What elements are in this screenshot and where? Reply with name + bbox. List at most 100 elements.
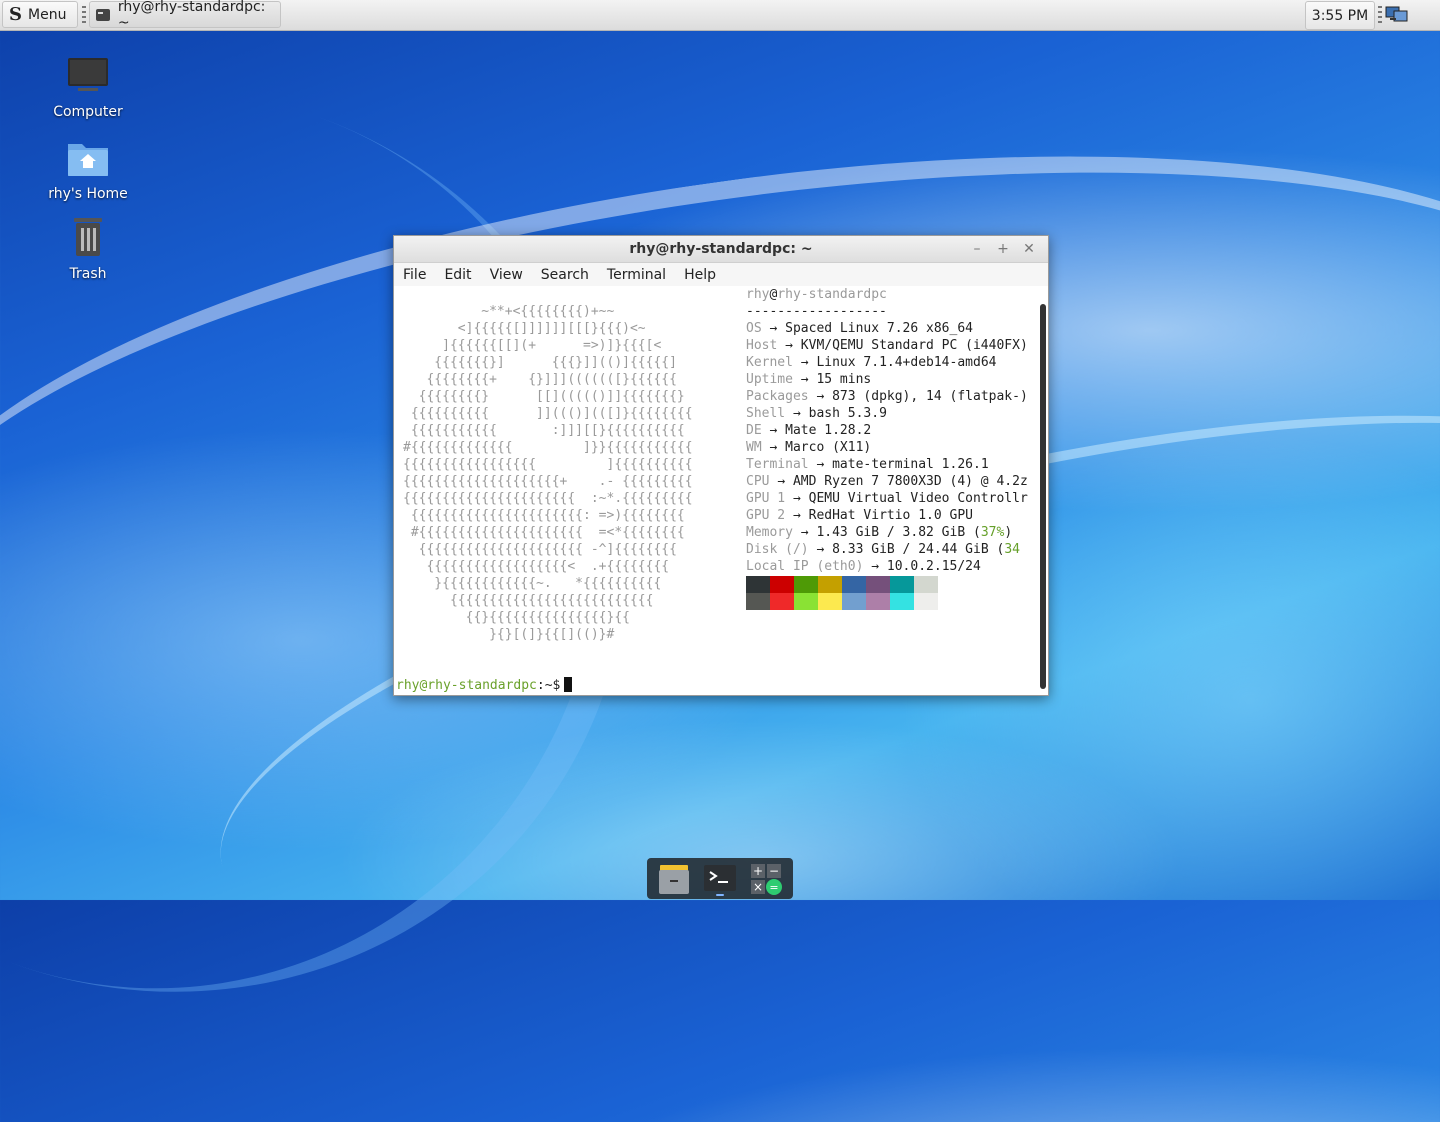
info-key: Packages: [746, 389, 809, 404]
distro-logo-icon: S: [9, 4, 22, 25]
desktop-icon-label: Trash: [69, 266, 107, 282]
color-swatch: [794, 593, 818, 610]
color-swatch: [842, 576, 866, 593]
info-value: bash 5.3.9: [808, 406, 887, 421]
desktop-icon-home[interactable]: rhy's Home: [38, 138, 138, 202]
info-row: Host → KVM/QEMU Standard PC (i440FX): [746, 337, 1040, 354]
color-swatch: [914, 576, 938, 593]
info-arrow: →: [769, 423, 778, 438]
info-key: DE: [746, 423, 762, 438]
terminal-window[interactable]: rhy@rhy-standardpc: ~ – + ✕ File Edit Vi…: [393, 235, 1049, 696]
desktop-icon-label: rhy's Home: [48, 186, 128, 202]
terminal-menubar: File Edit View Search Terminal Help: [394, 263, 1048, 286]
info-key: OS: [746, 321, 762, 336]
info-row: OS → Spaced Linux 7.26 x86_64: [746, 320, 1040, 337]
menu-terminal[interactable]: Terminal: [598, 267, 675, 283]
ascii-logo: ~**+<{{{{{{{{)+~~ <]{{{{{[]]]]]][[[}{{{)…: [403, 304, 693, 642]
info-value: Linux 7.1.4+deb14-amd64: [816, 355, 997, 370]
color-swatch: [866, 576, 890, 593]
info-arrow: →: [816, 457, 825, 472]
info-separator: ------------------: [746, 304, 887, 319]
info-header: rhy@rhy-standardpc: [746, 287, 887, 302]
window-titlebar[interactable]: rhy@rhy-standardpc: ~ – + ✕: [394, 236, 1048, 263]
info-value: 873 (dpkg), 14 (flatpak-): [832, 389, 1028, 404]
taskbar-window-title: rhy@rhy-standardpc: ~: [117, 0, 266, 31]
calculator-icon[interactable]: + − × =: [748, 861, 784, 897]
panel-drag-handle[interactable]: [82, 6, 86, 24]
shell-prompt[interactable]: rhy@rhy-standardpc:~$: [396, 677, 573, 694]
maximize-icon[interactable]: +: [992, 236, 1014, 262]
terminal-icon: [96, 8, 110, 21]
info-row: Uptime → 15 mins: [746, 371, 1040, 388]
text-cursor: [564, 677, 573, 692]
info-arrow: →: [800, 355, 809, 370]
main-menu-label: Menu: [28, 6, 67, 23]
menu-view[interactable]: View: [481, 267, 532, 283]
clock[interactable]: 3:55 PM: [1305, 1, 1375, 30]
info-arrow: →: [785, 338, 793, 353]
color-swatch: [914, 593, 938, 610]
minimize-icon[interactable]: –: [966, 236, 988, 262]
info-arrow: →: [769, 440, 778, 455]
info-row: CPU → AMD Ryzen 7 7800X3D (4) @ 4.2z: [746, 473, 1040, 490]
network-icon[interactable]: [1385, 5, 1409, 24]
terminal-icon[interactable]: [702, 861, 738, 897]
desktop-icon-trash[interactable]: Trash: [38, 214, 138, 282]
info-arrow: →: [777, 474, 786, 489]
info-arrow: →: [792, 406, 801, 421]
info-row: Packages → 873 (dpkg), 14 (flatpak-): [746, 388, 1040, 405]
info-row-disk: Disk (/) → 8.33 GiB / 24.44 GiB (34: [746, 542, 1020, 557]
color-swatch: [818, 593, 842, 610]
desktop-icon-computer[interactable]: Computer: [38, 56, 138, 120]
info-arrow: →: [769, 321, 778, 336]
top-panel: S Menu rhy@rhy-standardpc: ~ 3:55 PM: [0, 0, 1440, 31]
info-value: KVM/QEMU Standard PC (i440FX): [800, 338, 1028, 353]
taskbar-window-button[interactable]: rhy@rhy-standardpc: ~: [89, 0, 281, 31]
svg-text:=: =: [769, 881, 778, 894]
color-swatch: [746, 576, 770, 593]
info-value: AMD Ryzen 7 7800X3D (4) @ 4.2z: [792, 474, 1028, 489]
close-icon[interactable]: ✕: [1018, 236, 1040, 262]
terminal-scrollbar[interactable]: [1040, 304, 1046, 689]
info-row: Terminal → mate-terminal 1.26.1: [746, 456, 1040, 473]
color-swatch: [770, 576, 794, 593]
panel-drag-handle[interactable]: [1378, 6, 1382, 24]
menu-search[interactable]: Search: [532, 267, 598, 283]
color-swatch: [746, 593, 770, 610]
info-key: Shell: [746, 406, 786, 421]
info-arrow: →: [800, 372, 809, 387]
main-menu-button[interactable]: S Menu: [2, 1, 78, 28]
trash-icon: [74, 218, 102, 256]
info-value: 15 mins: [816, 372, 872, 387]
info-arrow: →: [816, 389, 825, 404]
info-row-memory: Memory → 1.43 GiB / 3.82 GiB (37%): [746, 525, 1013, 540]
info-row: GPU 2 → RedHat Virtio 1.0 GPU: [746, 507, 1040, 524]
svg-text:−: −: [769, 864, 779, 878]
color-swatch: [818, 576, 842, 593]
terminal-output[interactable]: ~**+<{{{{{{{{)+~~ <]{{{{{[]]]]]][[[}{{{)…: [394, 286, 1040, 695]
computer-icon: [68, 58, 108, 91]
menu-help[interactable]: Help: [675, 267, 725, 283]
info-value: Spaced Linux 7.26 x86_64: [785, 321, 973, 336]
info-row: WM → Marco (X11): [746, 439, 1040, 456]
menu-file[interactable]: File: [394, 267, 435, 283]
color-swatch: [890, 593, 914, 610]
info-value: Marco (X11): [785, 440, 872, 455]
info-key: Uptime: [746, 372, 793, 387]
info-value: mate-terminal 1.26.1: [832, 457, 989, 472]
info-row: GPU 1 → QEMU Virtual Video Controllr: [746, 490, 1040, 507]
menu-edit[interactable]: Edit: [435, 267, 480, 283]
info-row: Shell → bash 5.3.9: [746, 405, 1040, 422]
info-key: GPU 1: [746, 491, 786, 506]
svg-text:×: ×: [753, 880, 763, 894]
info-key: CPU: [746, 474, 770, 489]
color-swatch: [890, 576, 914, 593]
file-manager-icon[interactable]: [656, 861, 692, 897]
info-key: Terminal: [746, 457, 809, 472]
info-row-local-ip: Local IP (eth0) → 10.0.2.15/24: [746, 559, 981, 574]
svg-text:+: +: [753, 864, 763, 878]
info-value: RedHat Virtio 1.0 GPU: [808, 508, 973, 523]
info-arrow: →: [792, 491, 801, 506]
info-key: Kernel: [746, 355, 793, 370]
info-value: Mate 1.28.2: [785, 423, 872, 438]
